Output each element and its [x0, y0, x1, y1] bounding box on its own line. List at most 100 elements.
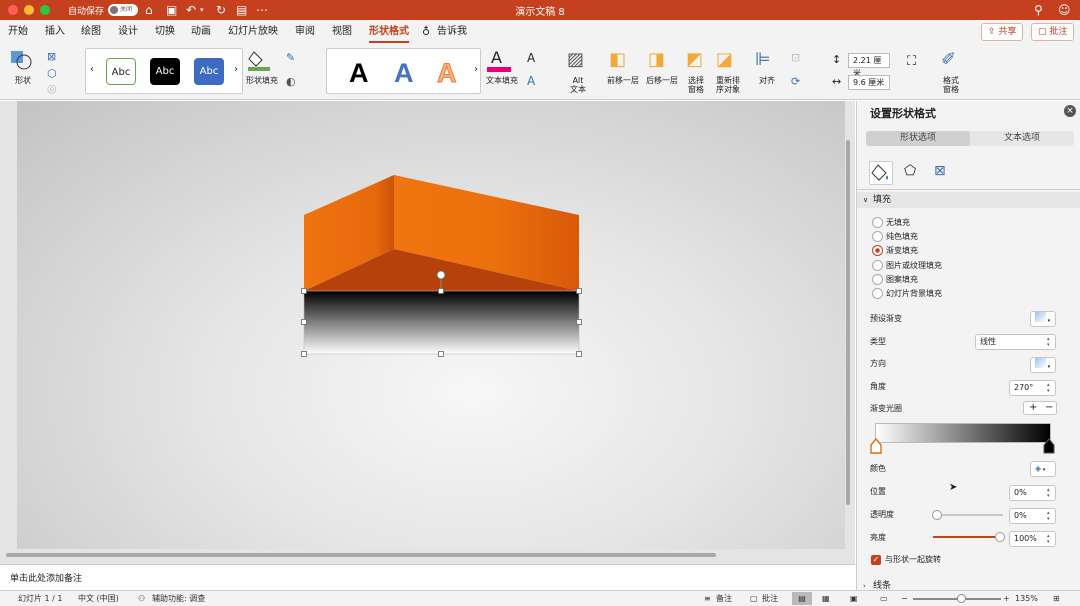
fit-to-window-icon[interactable]: ⊞	[1053, 591, 1060, 606]
brightness-input[interactable]: 100% ▴ ▾	[1009, 531, 1056, 547]
chevron-left-icon[interactable]: ‹	[90, 64, 94, 75]
comments-button[interactable]: ▢ 批注	[1031, 23, 1075, 41]
comments-toggle-label[interactable]: 批注	[762, 591, 778, 606]
text-effects-icon[interactable]: A	[527, 74, 535, 88]
gradient-swatch-icon	[1035, 312, 1046, 322]
tab-design[interactable]: 设计	[118, 26, 138, 38]
close-icon[interactable]: ×	[1064, 105, 1076, 117]
tab-shape-options[interactable]: 形状选项	[866, 131, 970, 146]
accessibility-status[interactable]: 辅助功能: 调查	[152, 591, 205, 606]
notes-placeholder[interactable]: 单击此处添加备注	[10, 571, 82, 584]
radio-picture-fill[interactable]: 图片或纹理填充	[872, 260, 942, 271]
account-icon[interactable]: ☺	[1058, 2, 1071, 18]
notes-pane[interactable]: 单击此处添加备注	[0, 564, 855, 588]
reading-view-icon[interactable]: ▣	[850, 591, 858, 606]
radio-gradient-fill[interactable]: 渐变填充	[872, 245, 918, 256]
horizontal-scrollbar[interactable]	[6, 553, 716, 557]
chevron-right-icon[interactable]: ›	[474, 64, 478, 75]
radio-no-fill[interactable]: 无填充	[872, 217, 910, 228]
width-input[interactable]: 9.6 厘米	[848, 75, 890, 90]
radio-slide-background-fill[interactable]: 幻灯片背景填充	[872, 288, 942, 299]
pentagon-icon[interactable]: ⬠	[904, 163, 916, 179]
notes-toggle-icon[interactable]: ≡	[704, 591, 711, 606]
bring-forward-icon[interactable]: ◧	[609, 49, 626, 70]
shapes-button[interactable]	[10, 49, 32, 71]
zoom-out-icon[interactable]: −	[901, 591, 908, 606]
tab-draw[interactable]: 绘图	[81, 26, 101, 38]
text-fill-button[interactable]: A	[487, 48, 511, 74]
tab-text-options[interactable]: 文本选项	[970, 131, 1074, 146]
gradient-stop-end[interactable]	[1043, 438, 1055, 454]
wordart-blue-a[interactable]: A	[394, 59, 414, 87]
wordart-gallery: A A A ›	[326, 48, 481, 94]
style-sample-outline[interactable]: Abc	[106, 58, 136, 85]
style-sample-blue[interactable]: Abc	[194, 58, 224, 85]
tab-home[interactable]: 开始	[8, 26, 28, 38]
brightness-slider-thumb[interactable]	[995, 532, 1005, 542]
transparency-input[interactable]: 0% ▴ ▾	[1009, 508, 1056, 524]
tab-transitions[interactable]: 切换	[155, 26, 175, 38]
tab-shape-format[interactable]: 形状格式	[369, 26, 409, 43]
align-icon[interactable]: ⊫	[755, 49, 771, 70]
language-indicator[interactable]: 中文 (中国)	[78, 591, 119, 606]
rotate-icon[interactable]: ⟳	[791, 75, 800, 88]
text-box-icon[interactable]: ⊠	[47, 50, 56, 63]
tab-slideshow[interactable]: 幻灯片放映	[228, 26, 278, 38]
remove-stop-icon[interactable]: −	[1045, 402, 1053, 414]
style-sample-black[interactable]: Abc	[150, 58, 180, 85]
tab-insert[interactable]: 插入	[45, 26, 65, 38]
search-icon[interactable]: ⚲	[1034, 2, 1043, 18]
shape-fill-button[interactable]	[248, 48, 270, 72]
gradient-type-select[interactable]: 线性 ▴ ▾	[975, 334, 1056, 350]
text-outline-icon[interactable]: A	[527, 51, 535, 65]
reorder-objects-icon[interactable]: ◪	[716, 49, 733, 70]
edit-shape-icon[interactable]: ⬡	[47, 67, 57, 80]
chevron-right-icon[interactable]: ›	[234, 64, 238, 75]
slideshow-view-icon[interactable]: ▭	[880, 591, 888, 606]
zoom-slider-thumb[interactable]	[957, 594, 967, 603]
shape-effects-icon[interactable]: ◐	[286, 75, 296, 88]
slide-canvas[interactable]	[17, 101, 845, 549]
selection-pane-icon[interactable]: ◩	[686, 49, 703, 70]
angle-input[interactable]: 270° ▴ ▾	[1009, 380, 1056, 396]
notes-toggle-label[interactable]: 备注	[716, 591, 732, 606]
tab-animations[interactable]: 动画	[191, 26, 211, 38]
fill-line-tab[interactable]	[869, 161, 893, 185]
format-pane-icon[interactable]: ✐	[941, 49, 956, 70]
zoom-in-icon[interactable]: +	[1003, 591, 1010, 606]
add-stop-icon[interactable]: +	[1029, 402, 1037, 414]
accessibility-icon[interactable]: ⚇	[138, 591, 145, 606]
gradient-stop-start[interactable]	[870, 438, 882, 454]
vertical-scrollbar[interactable]	[846, 140, 850, 505]
radio-solid-fill[interactable]: 纯色填充	[872, 231, 918, 242]
alt-text-icon[interactable]: ▨	[567, 49, 584, 70]
position-input[interactable]: 0% ▴ ▾	[1009, 485, 1056, 501]
slide-sorter-icon[interactable]: ▦	[822, 591, 830, 606]
normal-view-icon[interactable]: ▤	[792, 592, 812, 605]
line-section-header[interactable]: › 线条	[857, 578, 1080, 590]
fill-section-header[interactable]: ∨ 填充	[857, 192, 1080, 208]
height-input[interactable]: 2.21 厘米	[848, 53, 890, 78]
color-dropdown[interactable]: ◈ ▾	[1030, 461, 1056, 477]
gradient-bar[interactable]	[875, 423, 1051, 443]
send-backward-icon[interactable]: ◨	[648, 49, 665, 70]
rotate-with-shape-checkbox[interactable]: ✓	[871, 555, 881, 565]
tab-view[interactable]: 视图	[332, 26, 352, 38]
size-properties-icon[interactable]: ⊠	[934, 163, 946, 179]
alt-text-label: Alt 文本	[570, 76, 586, 94]
direction-dropdown[interactable]: ▾	[1030, 357, 1056, 373]
tab-review[interactable]: 审阅	[295, 26, 315, 38]
zoom-level[interactable]: 135%	[1015, 591, 1038, 606]
gradient-rectangle[interactable]	[303, 290, 580, 355]
wordart-black-a[interactable]: A	[349, 59, 369, 87]
preset-gradient-dropdown[interactable]: ▾	[1030, 311, 1056, 327]
transparency-slider-track[interactable]	[937, 514, 1003, 516]
transparency-slider-thumb[interactable]	[932, 510, 942, 520]
share-button[interactable]: ⇪ 共享	[981, 23, 1024, 41]
radio-pattern-fill[interactable]: 图案填充	[872, 274, 918, 285]
lock-aspect-icon[interactable]: ⛶	[907, 54, 916, 69]
wordart-orange-a[interactable]: A	[437, 59, 457, 88]
shape-outline-icon[interactable]: ✎	[286, 51, 295, 64]
comments-toggle-icon[interactable]: ▢	[750, 591, 758, 606]
tell-me-input[interactable]: 告诉我	[437, 26, 467, 38]
